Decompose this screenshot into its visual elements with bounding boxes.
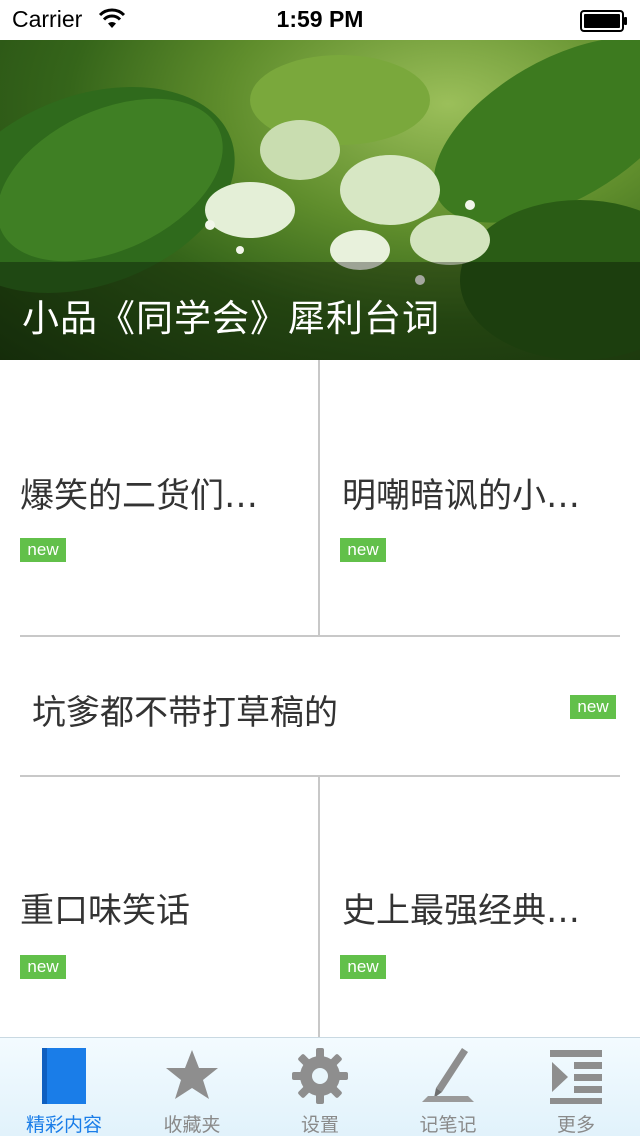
tab-label: 记笔记 bbox=[419, 1114, 477, 1136]
tab-featured[interactable]: 精彩内容 bbox=[0, 1038, 128, 1136]
new-badge: new bbox=[20, 955, 66, 979]
grid-item-title: 史上最强经典… bbox=[342, 891, 580, 931]
tab-settings[interactable]: 设置 bbox=[256, 1038, 384, 1136]
tab-label: 设置 bbox=[300, 1114, 339, 1136]
tab-label: 收藏夹 bbox=[163, 1114, 221, 1136]
book-icon bbox=[42, 1048, 86, 1104]
more-list-icon bbox=[550, 1050, 602, 1104]
tab-label: 更多 bbox=[556, 1114, 595, 1136]
hero-caption: 小品《同学会》犀利台词 bbox=[22, 297, 440, 340]
tab-bar: 精彩内容 收藏夹 设置 记笔记 更多 bbox=[0, 1037, 640, 1136]
status-bar: Carrier 1:59 PM bbox=[0, 0, 640, 40]
tab-notes[interactable]: 记笔记 bbox=[384, 1038, 512, 1136]
grid-item-5[interactable]: 史上最强经典… new bbox=[320, 777, 640, 1037]
grid-item-title: 爆笑的二货们… bbox=[20, 476, 258, 516]
status-time: 1:59 PM bbox=[276, 6, 364, 32]
gear-icon bbox=[292, 1048, 348, 1104]
new-badge: new bbox=[340, 538, 386, 562]
tab-more[interactable]: 更多 bbox=[512, 1038, 640, 1136]
grid-item-1[interactable]: 爆笑的二货们… new bbox=[0, 360, 318, 636]
new-badge: new bbox=[20, 538, 66, 562]
battery-icon bbox=[580, 10, 627, 32]
grid-item-title: 明嘲暗讽的小… bbox=[342, 476, 580, 516]
grid-item-title: 重口味笑话 bbox=[20, 891, 190, 931]
new-badge: new bbox=[340, 955, 386, 979]
tab-label: 精彩内容 bbox=[25, 1114, 102, 1136]
pencil-icon bbox=[422, 1048, 474, 1102]
grid-item-title: 坑爹都不带打草稿的 bbox=[32, 693, 338, 733]
grid-item-4[interactable]: 重口味笑话 new bbox=[0, 777, 318, 1037]
star-icon bbox=[166, 1050, 218, 1099]
hero-banner[interactable]: 小品《同学会》犀利台词 bbox=[0, 40, 640, 360]
grid-item-2[interactable]: 明嘲暗讽的小… new bbox=[320, 360, 640, 636]
new-badge: new bbox=[570, 695, 616, 719]
tab-favorites[interactable]: 收藏夹 bbox=[128, 1038, 256, 1136]
grid-item-3[interactable]: 坑爹都不带打草稿的 new bbox=[0, 637, 640, 776]
